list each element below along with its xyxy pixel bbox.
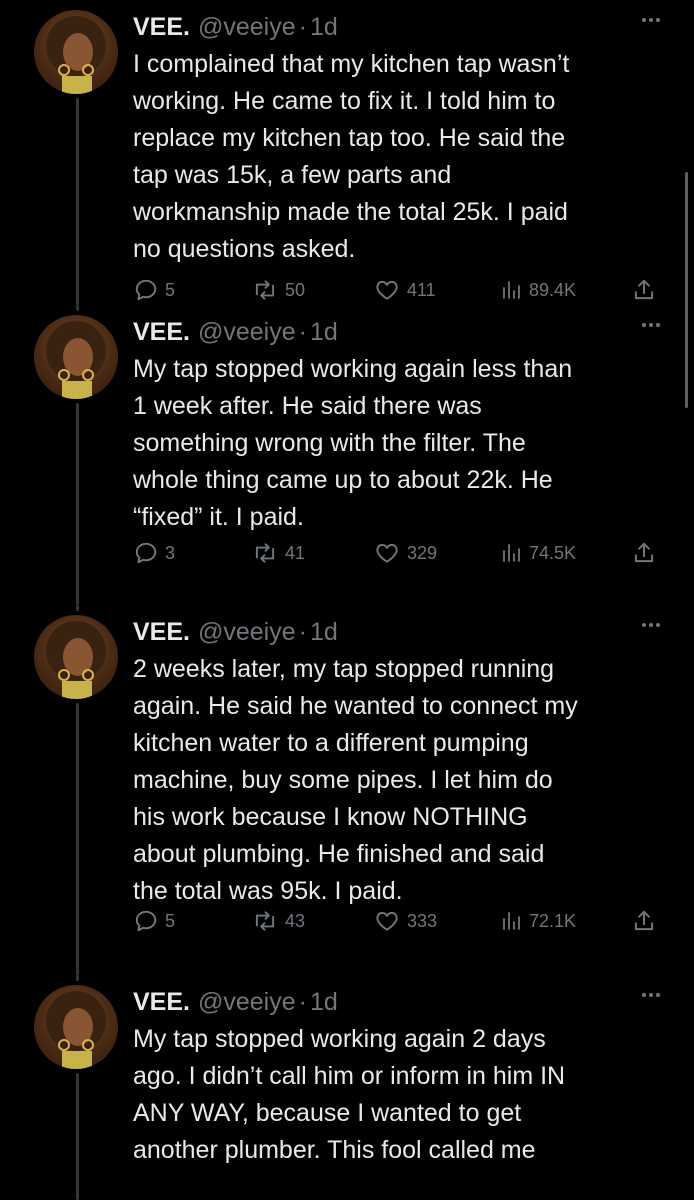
retweet-icon [255, 280, 275, 300]
retweet-count: 50 [285, 279, 306, 300]
tweet-header: VEE. @veeiye · 1d [133, 613, 658, 651]
like-count: 333 [407, 910, 438, 931]
share-icon [634, 279, 654, 300]
retweet-button[interactable]: 41 [251, 540, 305, 566]
thread: VEE. @veeiye · 1d I complained that my k… [0, 0, 694, 1200]
reply-button[interactable]: 5 [133, 908, 175, 934]
reply-icon [135, 910, 157, 932]
display-name[interactable]: VEE. [133, 8, 190, 46]
user-handle[interactable]: @veeiye [198, 983, 296, 1021]
action-bar: 3 41 329 74.5K [133, 537, 659, 569]
reply-icon [135, 279, 157, 301]
tweet-body: VEE. @veeiye · 1d My tap stopped working… [133, 983, 658, 1169]
avatar[interactable] [34, 985, 118, 1069]
retweet-count: 41 [285, 542, 306, 563]
reply-count: 5 [165, 279, 176, 300]
reply-button[interactable]: 3 [133, 540, 175, 566]
scrollbar[interactable] [685, 172, 688, 408]
reply-count: 3 [165, 542, 176, 563]
separator: · [298, 988, 307, 1016]
tweet[interactable]: VEE. @veeiye · 1d My tap stopped working… [0, 305, 694, 605]
thread-connector-line [76, 703, 79, 975]
thread-connector-line [76, 98, 79, 305]
timestamp[interactable]: 1d [310, 613, 338, 651]
more-icon[interactable] [642, 993, 660, 997]
timestamp[interactable]: 1d [310, 8, 338, 46]
avatar-photo [46, 621, 106, 699]
timestamp[interactable]: 1d [310, 313, 338, 351]
tweet[interactable]: VEE. @veeiye · 1d 2 weeks later, my tap … [0, 605, 694, 975]
thread-connector-line [76, 605, 79, 611]
avatar-photo [46, 16, 106, 94]
view-count: 74.5K [529, 542, 577, 563]
retweet-button[interactable]: 50 [251, 277, 305, 303]
avatar-photo [46, 991, 106, 1069]
user-handle[interactable]: @veeiye [198, 613, 296, 651]
heart-icon [376, 280, 398, 300]
display-name[interactable]: VEE. [133, 613, 190, 651]
tweet-header: VEE. @veeiye · 1d [133, 313, 658, 351]
timestamp[interactable]: 1d [310, 983, 338, 1021]
share-button[interactable] [631, 908, 657, 934]
reply-icon [135, 542, 157, 564]
user-handle[interactable]: @veeiye [198, 8, 296, 46]
views-button[interactable]: 89.4K [499, 277, 576, 303]
heart-icon [376, 911, 398, 931]
like-button[interactable]: 329 [373, 540, 437, 566]
more-icon[interactable] [642, 18, 660, 22]
share-button[interactable] [631, 277, 657, 303]
views-icon [503, 544, 520, 562]
avatar[interactable] [34, 615, 118, 699]
like-button[interactable]: 411 [373, 277, 436, 303]
heart-icon [376, 543, 398, 563]
view-count: 89.4K [529, 279, 577, 300]
thread-connector-line [76, 1073, 79, 1200]
tweet-body: VEE. @veeiye · 1d My tap stopped working… [133, 313, 658, 536]
avatar[interactable] [34, 10, 118, 94]
retweet-button[interactable]: 43 [251, 908, 305, 934]
tweet-text: My tap stopped working again less than 1… [133, 355, 573, 531]
more-icon[interactable] [642, 623, 660, 627]
share-icon [634, 542, 654, 563]
reply-count: 5 [165, 910, 176, 931]
separator: · [298, 618, 307, 646]
reply-button[interactable]: 5 [133, 277, 175, 303]
views-button[interactable]: 74.5K [499, 540, 576, 566]
like-count: 329 [407, 542, 438, 563]
thread-connector-line [76, 403, 79, 605]
separator: · [298, 318, 307, 346]
separator: · [298, 13, 307, 41]
display-name[interactable]: VEE. [133, 983, 190, 1021]
like-button[interactable]: 333 [373, 908, 437, 934]
views-icon [503, 912, 520, 930]
share-icon [634, 910, 654, 931]
like-count: 411 [407, 279, 436, 300]
tweet-text: 2 weeks later, my tap stopped running ag… [133, 655, 578, 905]
tweet-text: My tap stopped working again 2 days ago.… [133, 1025, 566, 1164]
tweet-text: I complained that my kitchen tap wasn’t … [133, 50, 570, 263]
views-button[interactable]: 72.1K [499, 908, 576, 934]
avatar[interactable] [34, 315, 118, 399]
tweet-body: VEE. @veeiye · 1d I complained that my k… [133, 8, 658, 268]
tweet[interactable]: VEE. @veeiye · 1d My tap stopped working… [0, 975, 694, 1200]
avatar-photo [46, 321, 106, 399]
more-icon[interactable] [642, 323, 660, 327]
view-count: 72.1K [529, 910, 577, 931]
tweet-header: VEE. @veeiye · 1d [133, 8, 658, 46]
retweet-icon [255, 911, 275, 931]
views-icon [503, 281, 520, 299]
tweet-header: VEE. @veeiye · 1d [133, 983, 658, 1021]
retweet-count: 43 [285, 910, 306, 931]
tweet-body: VEE. @veeiye · 1d 2 weeks later, my tap … [133, 613, 658, 910]
action-bar: 5 50 411 89.4K [133, 274, 659, 306]
share-button[interactable] [631, 540, 657, 566]
action-bar: 5 43 333 72.1K [133, 905, 659, 937]
tweet[interactable]: VEE. @veeiye · 1d I complained that my k… [0, 0, 694, 305]
retweet-icon [255, 543, 275, 563]
user-handle[interactable]: @veeiye [198, 313, 296, 351]
display-name[interactable]: VEE. [133, 313, 190, 351]
thread-connector-line [76, 305, 79, 311]
thread-connector-line [76, 975, 79, 981]
